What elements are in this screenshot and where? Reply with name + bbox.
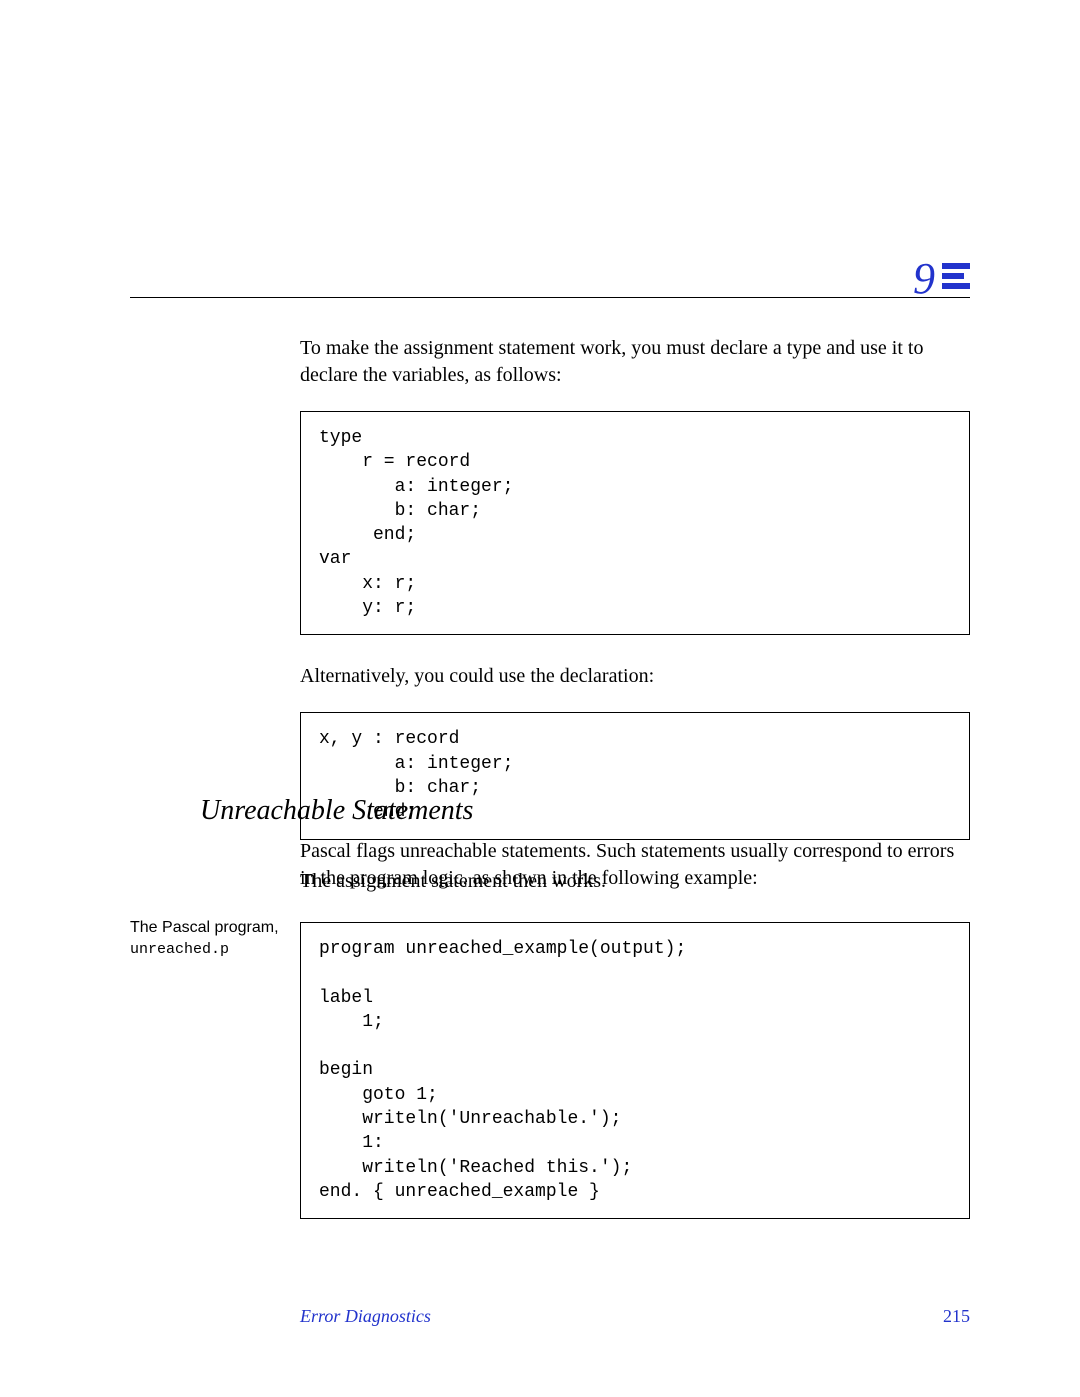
code-caption: The Pascal program, unreached.p [130,918,290,960]
section-content: Pascal flags unreachable statements. Suc… [300,838,970,1247]
page-number: 215 [943,1306,970,1327]
paragraph: Pascal flags unreachable statements. Suc… [300,838,970,892]
page: 9 To make the assignment statement work,… [0,0,1080,1397]
footer-title: Error Diagnostics [300,1306,431,1327]
caption-text: The Pascal program, [130,919,279,936]
chapter-icon [942,263,970,291]
paragraph: To make the assignment statement work, y… [300,335,970,389]
code-block: type r = record a: integer; b: char; end… [300,411,970,635]
header-rule [130,297,970,298]
paragraph: Alternatively, you could use the declara… [300,663,970,690]
code-block: program unreached_example(output); label… [300,922,970,1219]
section-heading: Unreachable Statements [200,795,473,827]
caption-filename: unreached.p [130,941,229,958]
